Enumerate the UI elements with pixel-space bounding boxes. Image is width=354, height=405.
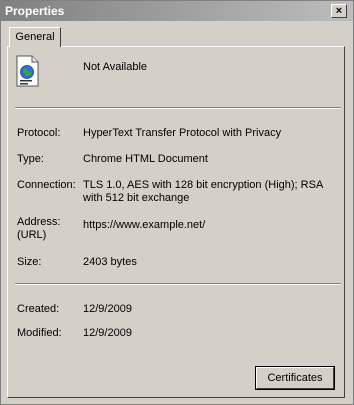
address-label: Address:	[17, 216, 61, 228]
close-button[interactable]: ×	[331, 4, 347, 18]
separator-top	[15, 107, 341, 109]
certificates-button-label: Certificates	[267, 372, 323, 384]
address-value: https://www.example.net/	[83, 219, 206, 231]
connection-value: TLS 1.0, AES with 128 bit encryption (Hi…	[83, 179, 323, 204]
modified-label: Modified:	[17, 327, 62, 339]
protocol-value: HyperText Transfer Protocol with Privacy	[83, 127, 282, 139]
tab-general-label: General	[15, 31, 55, 43]
protocol-label: Protocol:	[17, 127, 61, 139]
connection-label: Connection:	[17, 179, 76, 191]
html-document-icon	[16, 55, 39, 87]
window-title: Properties	[5, 4, 65, 18]
close-icon: ×	[335, 5, 343, 17]
properties-window: Properties × General Not Available Proto…	[0, 0, 354, 405]
created-value: 12/9/2009	[83, 303, 132, 315]
title-bar[interactable]: Properties ×	[1, 1, 353, 21]
tab-general[interactable]: General	[9, 27, 61, 47]
type-label: Type:	[17, 153, 44, 165]
certificates-button[interactable]: Certificates	[256, 367, 334, 389]
size-value: 2403 bytes	[83, 256, 137, 268]
separator-bottom	[15, 283, 341, 285]
modified-value: 12/9/2009	[83, 327, 132, 339]
document-name: Not Available	[83, 61, 148, 73]
type-value: Chrome HTML Document	[83, 153, 208, 165]
address-url-label: (URL)	[17, 229, 47, 241]
created-label: Created:	[17, 303, 60, 315]
size-label: Size:	[17, 256, 42, 268]
